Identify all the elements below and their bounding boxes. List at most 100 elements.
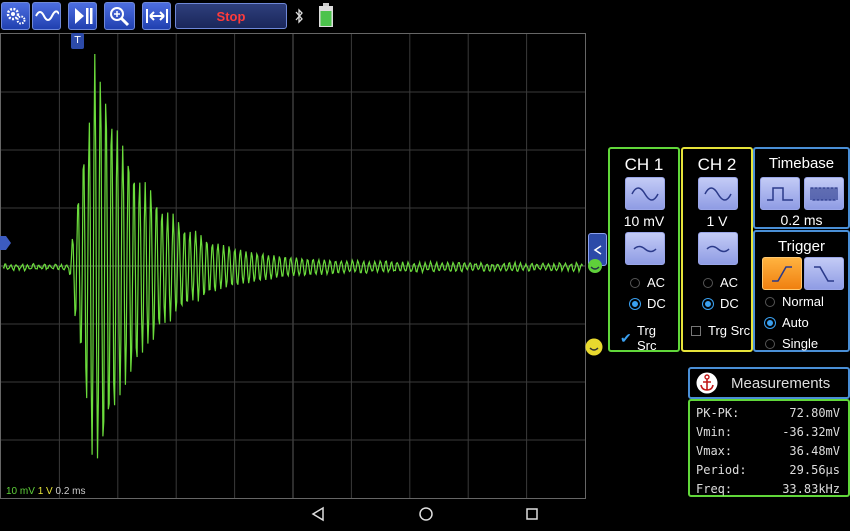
- ch2-ac-option[interactable]: AC: [703, 275, 738, 290]
- sine-small-icon: [706, 245, 730, 252]
- measurement-value: 29.56µs: [789, 463, 840, 477]
- trigger-auto-option[interactable]: Auto: [765, 315, 809, 330]
- trigger-auto-label: Auto: [782, 315, 809, 330]
- ch2-scale-value: 1 V: [706, 213, 728, 229]
- radio-selected-icon: [765, 317, 775, 328]
- trigger-normal-option[interactable]: Normal: [765, 294, 824, 309]
- sine-large-icon: [704, 186, 732, 201]
- waveform-icon: [34, 10, 59, 21]
- ch1-scale-up-button[interactable]: [625, 177, 665, 210]
- radio-selected-icon: [630, 298, 640, 309]
- ch1-offset-marker[interactable]: [587, 258, 603, 274]
- ch2-scale-status: 1 V: [37, 486, 53, 497]
- ch1-ac-label: AC: [647, 275, 666, 290]
- ch2-title: CH 2: [697, 155, 737, 174]
- bluetooth-icon: [295, 8, 303, 24]
- ch2-panel: CH 2 1 V AC DC Trg Src: [681, 147, 753, 352]
- ch1-ac-option[interactable]: AC: [630, 275, 665, 290]
- back-icon[interactable]: [311, 506, 325, 522]
- zoom-button[interactable]: [104, 2, 135, 30]
- timebase-faster-button[interactable]: [804, 177, 844, 210]
- ch1-scale-down-button[interactable]: [625, 232, 665, 265]
- recents-icon[interactable]: [525, 506, 539, 522]
- ch2-level-marker[interactable]: [585, 338, 603, 356]
- falling-edge-icon: [814, 265, 834, 282]
- oscilloscope-display[interactable]: [0, 33, 586, 499]
- rising-edge-icon: [772, 265, 792, 282]
- play-pause-icon: [74, 8, 92, 24]
- ch2-ac-label: AC: [720, 275, 739, 290]
- checkmark-icon: ✔: [620, 329, 632, 346]
- home-icon[interactable]: [418, 506, 434, 522]
- radio-icon: [630, 277, 640, 288]
- ch2-dc-option[interactable]: DC: [703, 296, 739, 311]
- measurements-panel: PK-PK: 72.80mV Vmin: -36.32mV Vmax: 36.48mV…: [688, 399, 850, 497]
- measurement-label: Freq:: [696, 482, 733, 496]
- measurement-label: PK-PK:: [696, 406, 740, 420]
- ch2-offset-marker[interactable]: [0, 236, 11, 250]
- measurement-label: Vmin:: [696, 425, 733, 439]
- trigger-panel: Trigger Normal Auto Single: [753, 230, 850, 352]
- timebase-title: Timebase: [768, 155, 835, 172]
- anchor-icon: [696, 372, 718, 394]
- timebase-slower-button[interactable]: [760, 177, 800, 210]
- measurement-value: -36.32mV: [782, 425, 840, 439]
- ch2-dc-label: DC: [720, 296, 739, 311]
- graticule: [1, 34, 585, 498]
- trigger-position-marker[interactable]: T: [71, 33, 84, 49]
- ch2-scale-down-button[interactable]: [698, 232, 738, 265]
- radio-selected-icon: [703, 298, 713, 309]
- timebase-panel: Timebase 0.2 ms: [753, 147, 850, 229]
- ch1-trg-src-checkbox[interactable]: ✔ Trg Src: [620, 323, 678, 353]
- radio-icon: [765, 296, 775, 307]
- sine-large-icon: [631, 186, 659, 201]
- trigger-normal-label: Normal: [782, 294, 824, 309]
- ch1-trg-src-label: Trg Src: [637, 323, 657, 353]
- trigger-rising-edge-button[interactable]: [762, 257, 802, 290]
- ch1-scale-status: 10 mV: [6, 486, 35, 497]
- measurement-label: Vmax:: [696, 444, 733, 458]
- measurement-value: 36.48mV: [789, 444, 840, 458]
- ch1-dc-option[interactable]: DC: [630, 296, 666, 311]
- radio-icon: [765, 338, 775, 349]
- measurement-row: Vmin: -36.32mV: [696, 425, 840, 439]
- measurement-value: 33.83kHz: [782, 482, 840, 496]
- ch1-scale-value: 10 mV: [623, 213, 665, 229]
- trigger-falling-edge-button[interactable]: [804, 257, 844, 290]
- chevron-left-icon: [593, 244, 601, 255]
- timebase-status: 0.2 ms: [55, 486, 86, 497]
- measurement-row: PK-PK: 72.80mV: [696, 406, 840, 420]
- zoom-icon: [109, 7, 129, 27]
- fit-width-button[interactable]: [142, 2, 171, 30]
- scale-status: 10 mV 1 V 0.2 ms: [6, 486, 86, 497]
- ch1-panel: CH 1 10 mV AC DC ✔ Trg Src: [608, 147, 680, 353]
- radio-icon: [703, 277, 713, 288]
- measurement-row: Period: 29.56µs: [696, 463, 840, 477]
- ch2-scale-up-button[interactable]: [698, 177, 738, 210]
- run-pause-button[interactable]: [68, 2, 97, 30]
- measurement-value: 72.80mV: [789, 406, 840, 420]
- checkbox-icon: [691, 325, 701, 336]
- measurements-header[interactable]: Measurements: [688, 367, 850, 399]
- sine-small-icon: [633, 245, 657, 252]
- trigger-single-option[interactable]: Single: [765, 336, 818, 351]
- ch1-title: CH 1: [624, 155, 664, 174]
- trigger-title: Trigger: [778, 238, 825, 255]
- measurement-row: Freq: 33.83kHz: [696, 482, 840, 496]
- waveform-button[interactable]: [32, 2, 61, 30]
- ch2-trg-src-checkbox[interactable]: Trg Src: [691, 323, 750, 338]
- timebase-value: 0.2 ms: [780, 212, 823, 228]
- ch1-dc-label: DC: [647, 296, 666, 311]
- stop-button[interactable]: Stop: [175, 3, 287, 29]
- measurement-label: Period:: [696, 463, 747, 477]
- square-wave-wide-icon: [767, 186, 793, 201]
- square-wave-dense-icon: [810, 186, 838, 201]
- waveform-plot: [1, 34, 585, 498]
- trigger-single-label: Single: [782, 336, 819, 351]
- measurement-row: Vmax: 36.48mV: [696, 444, 840, 458]
- measurements-title: Measurements: [731, 375, 831, 392]
- ch2-trg-src-label: Trg Src: [708, 323, 751, 338]
- gear-icon: [6, 7, 25, 25]
- battery-icon: [319, 3, 333, 27]
- settings-button[interactable]: [1, 2, 30, 30]
